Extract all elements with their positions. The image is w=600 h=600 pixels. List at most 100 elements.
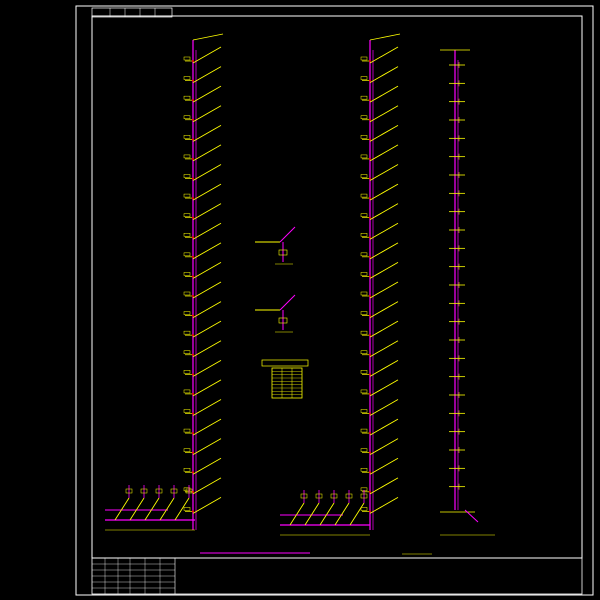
valve-symbol: [360, 409, 368, 413]
riser-group: [183, 33, 470, 530]
valve-symbol: [360, 95, 368, 100]
valve-symbol: [360, 115, 368, 119]
legend-table: [261, 359, 309, 399]
branch-pipe: [369, 164, 399, 181]
joint-node: [369, 275, 371, 278]
valve-symbol: [183, 350, 191, 354]
valve-symbol: [360, 76, 368, 80]
joint-node: [369, 216, 371, 219]
branch-pipe: [369, 457, 399, 475]
joint-node: [369, 451, 371, 454]
valve-symbol: [183, 174, 191, 178]
joint-node: [192, 490, 194, 493]
branch-pipe: [192, 124, 222, 142]
base-right: [440, 509, 495, 536]
detail-pipe-d: [279, 226, 296, 243]
valve-symbol: [360, 291, 368, 296]
valve-symbol: [360, 154, 368, 159]
base-left: [105, 485, 195, 531]
branch-pipe: [369, 105, 399, 123]
valve-symbol: [360, 233, 368, 237]
branch-pipe: [192, 164, 222, 181]
valve-symbol: [183, 154, 191, 159]
joint-node: [369, 412, 371, 415]
base-branch: [144, 497, 160, 521]
valve-symbol: [360, 428, 368, 433]
valve-symbol: [183, 330, 191, 335]
valve-symbol: [183, 370, 191, 374]
joint-node: [369, 314, 371, 317]
branch-pipe: [192, 457, 222, 475]
joint-node: [192, 334, 194, 337]
base-middle: [280, 490, 370, 536]
joint-node: [192, 79, 194, 82]
riser-right: [440, 49, 470, 510]
base-branch: [334, 502, 350, 526]
valve-symbol: [183, 233, 191, 237]
valve-symbol: [360, 468, 368, 472]
branch-pipe: [369, 144, 399, 162]
joint-node: [192, 236, 194, 239]
valve-symbol: [360, 252, 368, 257]
top-vent: [192, 33, 224, 41]
valve-symbol: [360, 330, 368, 335]
branch-pipe: [192, 301, 222, 318]
branch-pipe: [192, 438, 222, 456]
detail-sketches: [255, 226, 296, 333]
branch-pipe: [369, 242, 399, 260]
branch-pipe: [192, 418, 222, 436]
branch-pipe: [192, 262, 222, 279]
joint-node: [369, 197, 371, 200]
branch-pipe: [192, 340, 222, 358]
branch-pipe: [369, 85, 399, 103]
branch-pipe: [369, 183, 399, 201]
joint-node: [192, 451, 194, 454]
branch-pipe: [369, 379, 399, 397]
joint-node: [369, 392, 371, 395]
branch-pipe: [192, 497, 222, 514]
joint-node: [369, 138, 371, 141]
valve-symbol: [183, 272, 191, 276]
branch-pipe: [369, 320, 399, 338]
joint-node: [192, 177, 194, 180]
valve-symbol: [360, 272, 368, 276]
joint-node: [192, 353, 194, 356]
valve-symbol: [183, 56, 191, 61]
valve-symbol: [183, 507, 191, 511]
joint-node: [369, 490, 371, 493]
title-block-bottom: [91, 557, 583, 595]
base-branch: [319, 502, 335, 526]
branch-pipe: [369, 359, 399, 377]
branch-pipe: [369, 340, 399, 358]
detail-sketch-upper: [255, 226, 296, 265]
joint-node: [369, 60, 371, 62]
branch-pipe: [192, 242, 222, 260]
valve-symbol: [360, 213, 368, 217]
joint-node: [192, 157, 194, 160]
valve-symbol: [360, 174, 368, 178]
joint-node: [369, 471, 371, 474]
joint-node: [192, 118, 194, 121]
drawing-border-inner: [91, 15, 583, 559]
joint-node: [192, 138, 194, 141]
riser-middle: [360, 33, 401, 530]
joint-node: [369, 118, 371, 121]
branch-pipe: [192, 477, 222, 495]
joint-node: [192, 255, 194, 258]
valve-symbol: [183, 428, 191, 433]
joint-node: [192, 373, 194, 376]
branch-pipe: [369, 438, 399, 456]
top-vent: [369, 33, 401, 41]
branch-pipe: [192, 379, 222, 397]
branch-pipe: [369, 301, 399, 318]
cad-drawing-canvas: [0, 0, 600, 600]
branch-pipe: [369, 497, 399, 514]
base-branch: [304, 502, 320, 526]
branch-pipe: [192, 183, 222, 201]
joint-node: [192, 412, 194, 415]
joint-node: [369, 334, 371, 337]
joint-node: [369, 236, 371, 239]
base-branch: [114, 497, 130, 521]
branch-pipe: [369, 477, 399, 495]
branch-pipe: [369, 124, 399, 142]
